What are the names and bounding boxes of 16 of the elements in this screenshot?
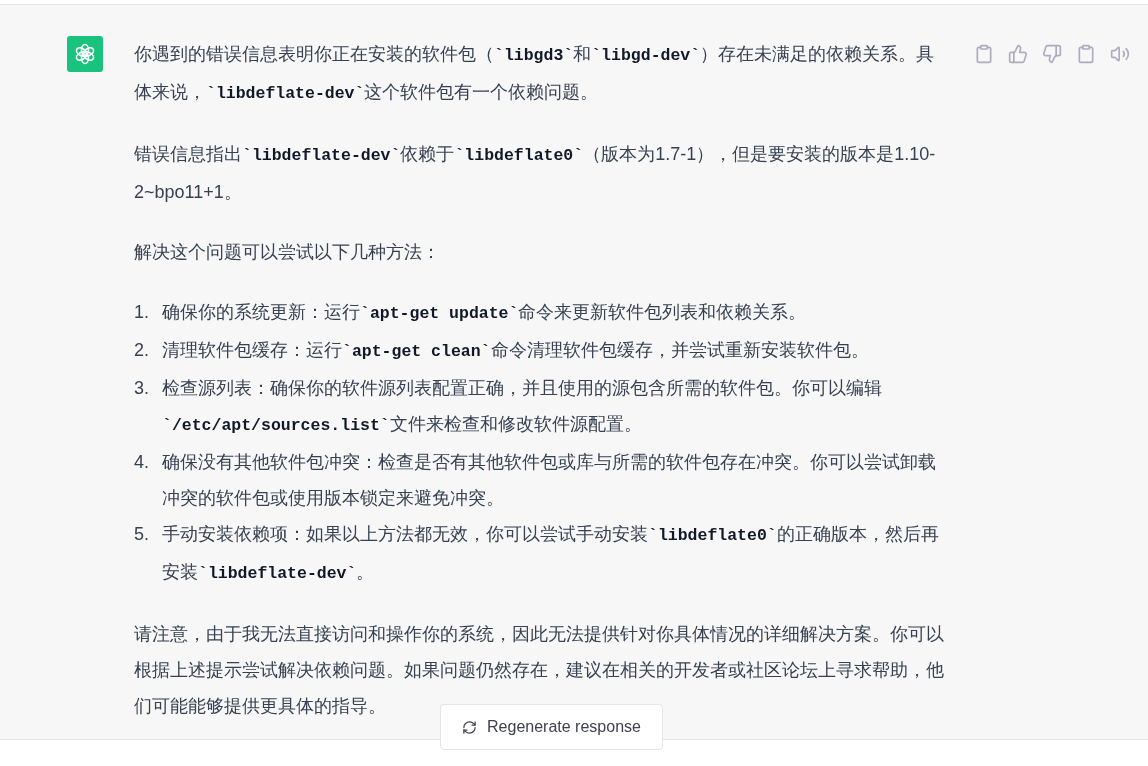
list-item-text: 确保你的系统更新：运行`apt-get update`命令来更新软件包列表和依赖关系。 xyxy=(162,301,807,325)
paragraph: 你遇到的错误信息表明你正在安装的软件包（`libgd3`和`libgd-dev`）存在未满足的依赖关系。具体来说，`libdeflate-dev`这个软件包有一个依赖问题。 xyxy=(134,43,936,105)
logo-icon xyxy=(73,42,97,66)
list-number: 4. xyxy=(134,451,150,474)
list-number: 1. xyxy=(134,301,150,324)
refresh-icon xyxy=(462,719,478,735)
list-item-text: 确保没有其他软件包冲突：检查是否有其他软件包或库与所需的软件包存在冲突。你可以尝试卸载冲突的软件包或使用版本锁定来避免冲突。 xyxy=(162,451,937,510)
list-number: 5. xyxy=(134,523,150,546)
paragraph: 错误信息指出`libdeflate-dev`依赖于`libdeflate0`（版本为1.7-1），但是要安装的版本是1.10-2~bpo11+1。 xyxy=(134,143,937,204)
list-item-text: 检查源列表：确保你的软件源列表配置正确，并且使用的源包含所需的软件包。你可以编辑 `/etc/apt/sources.list`文件来检查和修改软件源配置。 xyxy=(162,377,883,437)
list-number: 2. xyxy=(134,339,150,362)
list-item-text: 清理软件包缓存：运行`apt-get clean`命令清理软件包缓存，并尝试重新安装软件包。 xyxy=(162,339,869,363)
list-number: 3. xyxy=(134,377,150,400)
paragraph: 解决这个问题可以尝试以下几种方法： xyxy=(134,241,441,264)
list-item-text: 手动安装依赖项：如果以上方法都无效，你可以尝试手动安装`libdeflate0`的正确版本，然后再安装`libdeflate-dev`。 xyxy=(162,523,940,585)
regenerate-button[interactable]: Regenerate response xyxy=(440,704,663,750)
